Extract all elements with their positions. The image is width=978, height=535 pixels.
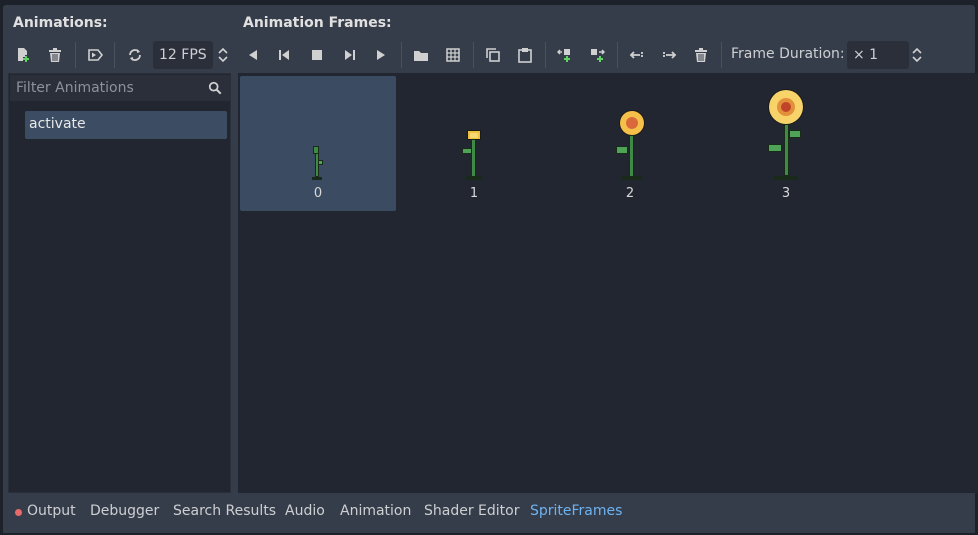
animation-item-activate[interactable]: activate	[25, 111, 227, 139]
loop-icon	[129, 49, 141, 61]
folder-icon	[414, 51, 428, 61]
frame-item[interactable]: 3	[708, 76, 864, 211]
play-backwards-from-end-button[interactable]	[240, 44, 266, 66]
toolbar-separator	[401, 42, 402, 68]
toolbar-separator	[75, 42, 76, 68]
fps-value: 12 FPS	[159, 47, 207, 63]
insert-empty-before-button[interactable]	[552, 44, 578, 66]
move-frame-left-button[interactable]	[624, 44, 650, 66]
frame-item[interactable]: 1	[396, 76, 552, 211]
play-icon	[377, 50, 385, 60]
paste-icon	[518, 48, 532, 63]
toolbar-separator	[114, 42, 115, 68]
filter-animations-input[interactable]: Filter Animations	[10, 75, 230, 101]
trash-icon	[695, 48, 707, 62]
copy-frame-button[interactable]	[480, 44, 506, 66]
frame-duration-label: Frame Duration:	[731, 46, 845, 62]
play-backwards-button[interactable]	[272, 44, 298, 66]
move-frame-right-button[interactable]	[656, 44, 682, 66]
insert-before-icon	[557, 49, 570, 62]
insert-after-icon	[591, 49, 605, 62]
play-start-icon	[345, 50, 355, 60]
trash-icon	[49, 48, 61, 62]
play-button[interactable]	[368, 44, 394, 66]
animations-title: Animations:	[13, 15, 108, 31]
toolbar-separator	[617, 42, 618, 68]
frame-duration-value: × 1	[853, 47, 879, 63]
tab-animation[interactable]: Animation	[340, 503, 411, 519]
fps-spinbox[interactable]: 12 FPS	[153, 41, 213, 69]
play-backwards-icon	[249, 50, 257, 60]
fps-spin-arrows[interactable]	[216, 44, 230, 66]
up-down-arrows-icon	[912, 47, 922, 63]
add-frames-from-sheet-button[interactable]	[440, 44, 466, 66]
toolbar-separator	[721, 42, 722, 68]
bud-sprite	[462, 130, 482, 180]
toolbar-separator	[473, 42, 474, 68]
search-icon	[208, 81, 222, 95]
sprout-sprite	[312, 146, 323, 180]
tab-debugger[interactable]: Debugger	[90, 503, 159, 519]
frame-index-label: 1	[469, 186, 479, 201]
autoplay-icon	[88, 49, 103, 61]
tab-audio[interactable]: Audio	[285, 503, 325, 519]
add-animation-button[interactable]	[10, 44, 36, 66]
output-status-dot	[15, 509, 22, 516]
tab-search-results[interactable]: Search Results	[173, 503, 276, 519]
frame-item[interactable]: 0	[240, 76, 396, 211]
up-down-arrows-icon	[218, 47, 228, 63]
toolbar-separator	[545, 42, 546, 68]
grid-icon	[446, 48, 460, 62]
tab-spriteframes[interactable]: SpriteFrames	[530, 503, 622, 519]
animation-frames-title: Animation Frames:	[243, 15, 392, 31]
delete-frame-button[interactable]	[688, 44, 714, 66]
stop-button[interactable]	[304, 44, 330, 66]
stop-icon	[312, 50, 322, 60]
tab-shader-editor[interactable]: Shader Editor	[424, 503, 519, 519]
move-right-icon	[663, 51, 677, 59]
play-backwards-start-icon	[279, 50, 289, 60]
flower-sprite	[616, 110, 645, 180]
play-from-start-button[interactable]	[336, 44, 362, 66]
insert-empty-after-button[interactable]	[584, 44, 610, 66]
loop-toggle-button[interactable]	[122, 44, 148, 66]
frame-duration-spin-arrows[interactable]	[910, 44, 924, 66]
frame-index-label: 2	[625, 186, 635, 201]
frame-duration-spinbox[interactable]: × 1	[847, 41, 909, 69]
paste-frame-button[interactable]	[512, 44, 538, 66]
copy-icon	[486, 48, 500, 62]
delete-animation-button[interactable]	[42, 44, 68, 66]
autoplay-on-load-button[interactable]	[82, 44, 108, 66]
add-frame-from-file-button[interactable]	[408, 44, 434, 66]
sunflower-sprite	[768, 89, 804, 180]
tab-output[interactable]: Output	[27, 503, 76, 519]
frame-index-label: 0	[313, 186, 323, 201]
frame-index-label: 3	[781, 186, 791, 201]
new-file-icon	[18, 48, 29, 62]
frame-item[interactable]: 2	[552, 76, 708, 211]
move-left-icon	[629, 51, 643, 59]
